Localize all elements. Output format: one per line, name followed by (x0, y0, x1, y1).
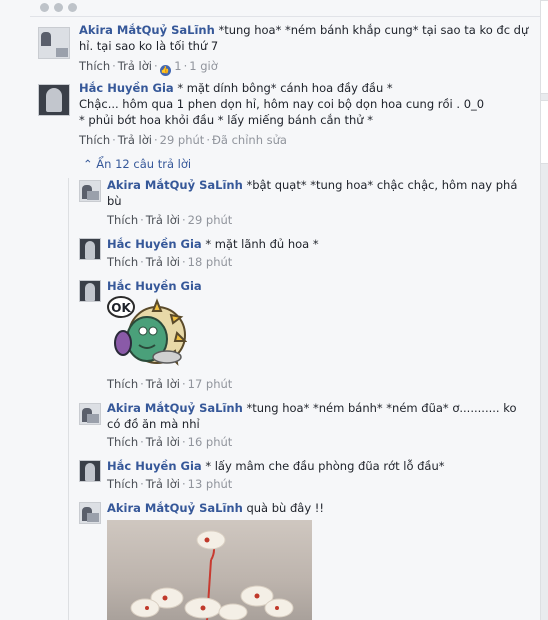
side-column (541, 0, 548, 620)
comment: Akira MắtQuỷ SaLĩnh *tung hoa* *ném bánh… (79, 22, 528, 54)
comment-author[interactable]: Hắc Huyền Gia (79, 81, 174, 95)
reply-actions: Thích · Trả lời · 18 phút (107, 255, 233, 269)
avatar[interactable] (38, 84, 70, 116)
timestamp[interactable]: 18 phút (188, 255, 233, 269)
like-link[interactable]: Thích (107, 477, 138, 491)
reply: Hắc Huyền Gia * lấy mâm che đầu phòng đũ… (107, 458, 445, 474)
edited-label[interactable]: Đã chỉnh sửa (212, 133, 287, 147)
comment-text: Chậc... hôm qua 1 phen dọn hỉ, hôm nay c… (79, 97, 485, 111)
timestamp[interactable]: 13 phút (188, 477, 233, 491)
reply-author[interactable]: Akira MắtQuỷ SaLĩnh (107, 178, 243, 192)
reply-text: bù (107, 194, 122, 208)
comment: Hắc Huyền Gia * mặt dính bông* cánh hoa … (79, 80, 484, 128)
like-count[interactable]: 1 (174, 59, 181, 73)
comment-text: *tung hoa* *ném bánh khắp cung* tại sao … (218, 23, 529, 37)
reply-link[interactable]: Trả lời (146, 377, 180, 391)
avatar[interactable] (38, 27, 70, 59)
chevron-up-icon: ⌃ (83, 157, 93, 171)
avatar[interactable] (79, 502, 101, 524)
reply-author[interactable]: Hắc Huyền Gia (107, 459, 202, 473)
timestamp[interactable]: 29 phút (188, 213, 233, 227)
comment-actions: Thích · Trả lời · 29 phút · Đã chỉnh sửa (79, 133, 287, 147)
avatar[interactable] (79, 460, 101, 482)
reply-link[interactable]: Trả lời (146, 435, 180, 449)
timestamp[interactable]: 16 phút (188, 435, 233, 449)
avatar[interactable] (79, 238, 101, 260)
like-link[interactable]: Thích (79, 59, 110, 73)
toggle-label: Ẩn 12 câu trả lời (96, 157, 192, 171)
like-link[interactable]: Thích (79, 133, 110, 147)
like-link[interactable]: Thích (107, 377, 138, 391)
reply-text: * lấy mâm che đầu phòng đũa rớt lỗ đầu* (205, 459, 445, 473)
avatar[interactable] (79, 403, 101, 425)
reply-author[interactable]: Hắc Huyền Gia (107, 279, 202, 293)
reply: Akira MắtQuỷ SaLĩnh *bật quạt* *tung hoa… (107, 177, 517, 209)
timestamp[interactable]: 29 phút (160, 133, 205, 147)
reply-actions: Thích · Trả lời · 13 phút (107, 477, 233, 491)
hide-replies-toggle[interactable]: ⌃ Ẩn 12 câu trả lời (83, 157, 191, 171)
comment-text: hỉ. tại sao ko là tối thứ 7 (79, 39, 219, 53)
reply-link[interactable]: Trả lời (146, 477, 180, 491)
reply-text: *tung hoa* *ném bánh* *ném đũa* ơ.......… (246, 401, 517, 415)
attached-photo[interactable] (107, 520, 312, 620)
reply-link[interactable]: Trả lời (118, 133, 152, 147)
like-icon[interactable]: 👍 (159, 65, 171, 76)
reply-author[interactable]: Hắc Huyền Gia (107, 237, 202, 251)
reply-author[interactable]: Akira MắtQuỷ SaLĩnh (107, 401, 243, 415)
flower-bouquet-image (130, 530, 294, 620)
like-link[interactable]: Thích (107, 435, 138, 449)
reply-actions: Thích · Trả lời · 29 phút (107, 213, 233, 227)
like-link[interactable]: Thích (107, 213, 138, 227)
thread-line (68, 178, 69, 620)
comment-text: * phủi bớt hoa khỏi đầu * lấy miếng bánh… (79, 113, 373, 127)
comment-author[interactable]: Akira MắtQuỷ SaLĩnh (79, 23, 215, 37)
timestamp[interactable]: 1 giờ (189, 59, 218, 73)
reply-text: quà bù đây !! (246, 501, 325, 515)
top-divider (30, 16, 540, 17)
reply-actions: Thích · Trả lời · 17 phút (107, 377, 233, 391)
ok-sticker[interactable]: OK (107, 293, 187, 371)
reply-link[interactable]: Trả lời (146, 213, 180, 227)
reply-text: có đồ ăn mà nhỉ (107, 417, 200, 431)
reply: Akira MắtQuỷ SaLĩnh *tung hoa* *ném bánh… (107, 400, 517, 432)
reply-text: *bật quạt* *tung hoa* chậc chậc, hôm nay… (246, 178, 518, 192)
reply: Hắc Huyền Gia (107, 278, 202, 294)
like-link[interactable]: Thích (107, 255, 138, 269)
reply-text: * mặt lãnh đủ hoa * (205, 237, 319, 251)
reply-author[interactable]: Akira MắtQuỷ SaLĩnh (107, 501, 243, 515)
comment-actions: Thích · Trả lời · 👍 1 · 1 giờ (79, 59, 218, 76)
sticker-text: OK (111, 301, 131, 315)
timestamp[interactable]: 17 phút (188, 377, 233, 391)
reply: Akira MắtQuỷ SaLĩnh quà bù đây !! (107, 500, 324, 516)
comment-text: * mặt dính bông* cánh hoa đầy đầu * (177, 81, 393, 95)
reply: Hắc Huyền Gia * mặt lãnh đủ hoa * (107, 236, 319, 252)
reply-link[interactable]: Trả lời (118, 59, 152, 73)
reply-actions: Thích · Trả lời · 16 phút (107, 435, 233, 449)
avatar[interactable] (79, 180, 101, 202)
avatar[interactable] (79, 280, 101, 302)
reply-link[interactable]: Trả lời (146, 255, 180, 269)
